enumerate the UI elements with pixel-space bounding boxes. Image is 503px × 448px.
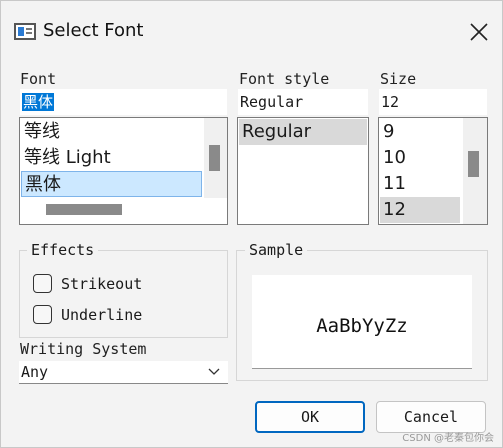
- title-bar: Select Font: [1, 1, 502, 61]
- select-font-dialog: Select Font Font 黑体 等线 等线 Light 黑体 Font …: [0, 0, 503, 448]
- underline-label[interactable]: Underline: [61, 306, 142, 324]
- effects-group-title: Effects: [27, 241, 99, 259]
- font-list-vertical-scrollbar[interactable]: [204, 118, 227, 198]
- size-list-item[interactable]: 11: [380, 171, 460, 197]
- size-list[interactable]: 9 10 11 12: [378, 117, 488, 225]
- effects-group: [19, 250, 228, 338]
- font-list-item-selected[interactable]: 黑体: [21, 171, 202, 197]
- font-list-item[interactable]: 等线 Light: [21, 145, 202, 171]
- close-icon: [470, 23, 488, 41]
- ok-button[interactable]: OK: [255, 401, 365, 433]
- strikeout-checkbox[interactable]: [33, 274, 52, 293]
- window-title: Select Font: [43, 20, 144, 41]
- size-input[interactable]: 12: [379, 89, 487, 115]
- size-input-value: 12: [381, 93, 400, 111]
- underline-checkbox[interactable]: [33, 305, 52, 324]
- size-list-item-selected[interactable]: 12: [380, 197, 460, 223]
- font-style-list-item-selected[interactable]: Regular: [239, 119, 367, 145]
- size-list-item[interactable]: 10: [380, 145, 460, 171]
- font-name-input[interactable]: 黑体: [20, 89, 227, 115]
- size-list-vertical-scrollbar[interactable]: [463, 118, 487, 224]
- font-list[interactable]: 等线 等线 Light 黑体: [19, 117, 228, 225]
- writing-system-dropdown[interactable]: Any: [19, 361, 228, 384]
- font-list-horizontal-scroll-thumb[interactable]: [46, 204, 122, 215]
- font-style-list[interactable]: Regular: [237, 117, 369, 225]
- close-button[interactable]: [459, 15, 499, 49]
- size-list-item[interactable]: 9: [380, 119, 460, 145]
- size-list-vertical-scroll-thumb[interactable]: [468, 151, 479, 177]
- watermark: CSDN @老秦包你会: [402, 433, 494, 444]
- sample-preview: AaBbYyZz: [252, 275, 472, 369]
- sample-text: AaBbYyZz: [316, 315, 408, 337]
- size-label: Size: [380, 70, 417, 88]
- font-list-item[interactable]: 等线: [21, 119, 202, 145]
- font-style-input[interactable]: Regular: [238, 89, 368, 115]
- font-label: Font: [20, 70, 57, 88]
- writing-system-label: Writing System: [20, 340, 147, 358]
- strikeout-label[interactable]: Strikeout: [61, 275, 142, 293]
- font-style-input-value: Regular: [240, 93, 304, 111]
- writing-system-value: Any: [21, 363, 49, 381]
- font-name-input-value: 黑体: [22, 93, 55, 111]
- window-app-icon: [14, 23, 36, 40]
- font-list-vertical-scroll-thumb[interactable]: [209, 145, 220, 171]
- chevron-down-icon: [208, 368, 220, 375]
- sample-group-title: Sample: [245, 241, 308, 259]
- font-style-label: Font style: [239, 70, 330, 88]
